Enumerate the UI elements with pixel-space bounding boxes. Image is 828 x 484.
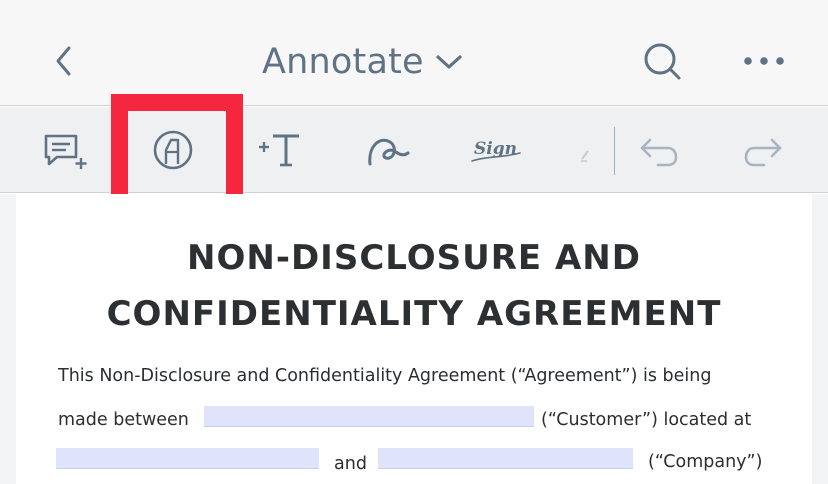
paragraph-line-2-end: (“Customer”) located at [541, 410, 752, 430]
mode-dropdown[interactable]: Annotate [262, 38, 464, 86]
more-horizontal-icon [744, 57, 784, 65]
add-text-icon [259, 134, 299, 167]
paragraph-line-3-end: (“Company”) [648, 452, 763, 472]
paragraph-line-1: This Non-Disclosure and Confidentiality … [58, 366, 712, 386]
document-title-line-1: NON-DISCLOSURE AND [187, 238, 641, 278]
search-icon [644, 43, 681, 80]
comment-add-icon [44, 134, 87, 169]
customer-address-field[interactable] [56, 448, 319, 469]
back-button[interactable] [44, 38, 84, 84]
highlighter-icon [153, 130, 193, 170]
add-text-tool[interactable] [254, 107, 308, 193]
highlight-tool[interactable] [146, 107, 200, 193]
top-nav-bar: Annotate [0, 0, 828, 106]
document-title-line-2: CONFIDENTIALITY AGREEMENT [106, 294, 722, 334]
annotation-toolbar: Sign [0, 107, 828, 193]
paragraph-line-3-and: and [334, 454, 367, 474]
chevron-down-icon [436, 55, 462, 69]
mode-title: Annotate [262, 42, 424, 82]
eraser-tool[interactable] [578, 107, 594, 193]
search-button[interactable] [640, 40, 684, 84]
add-comment-tool[interactable] [36, 107, 90, 193]
redo-icon [744, 138, 782, 167]
freehand-draw-tool[interactable] [360, 107, 416, 193]
redo-button[interactable] [740, 107, 786, 193]
customer-name-field[interactable] [204, 406, 534, 427]
toolbar-divider [614, 127, 615, 175]
chevron-left-icon [56, 46, 71, 76]
freehand-draw-icon [368, 138, 410, 166]
signature-icon: Sign [471, 139, 521, 162]
signature-label: Sign [474, 139, 517, 159]
undo-icon [640, 138, 678, 167]
more-options-button[interactable] [740, 48, 788, 74]
paragraph-line-2-start: made between [58, 410, 189, 430]
undo-button[interactable] [636, 107, 682, 193]
eraser-icon [581, 150, 589, 162]
signature-tool[interactable]: Sign [468, 107, 528, 193]
company-name-field[interactable] [378, 448, 633, 469]
